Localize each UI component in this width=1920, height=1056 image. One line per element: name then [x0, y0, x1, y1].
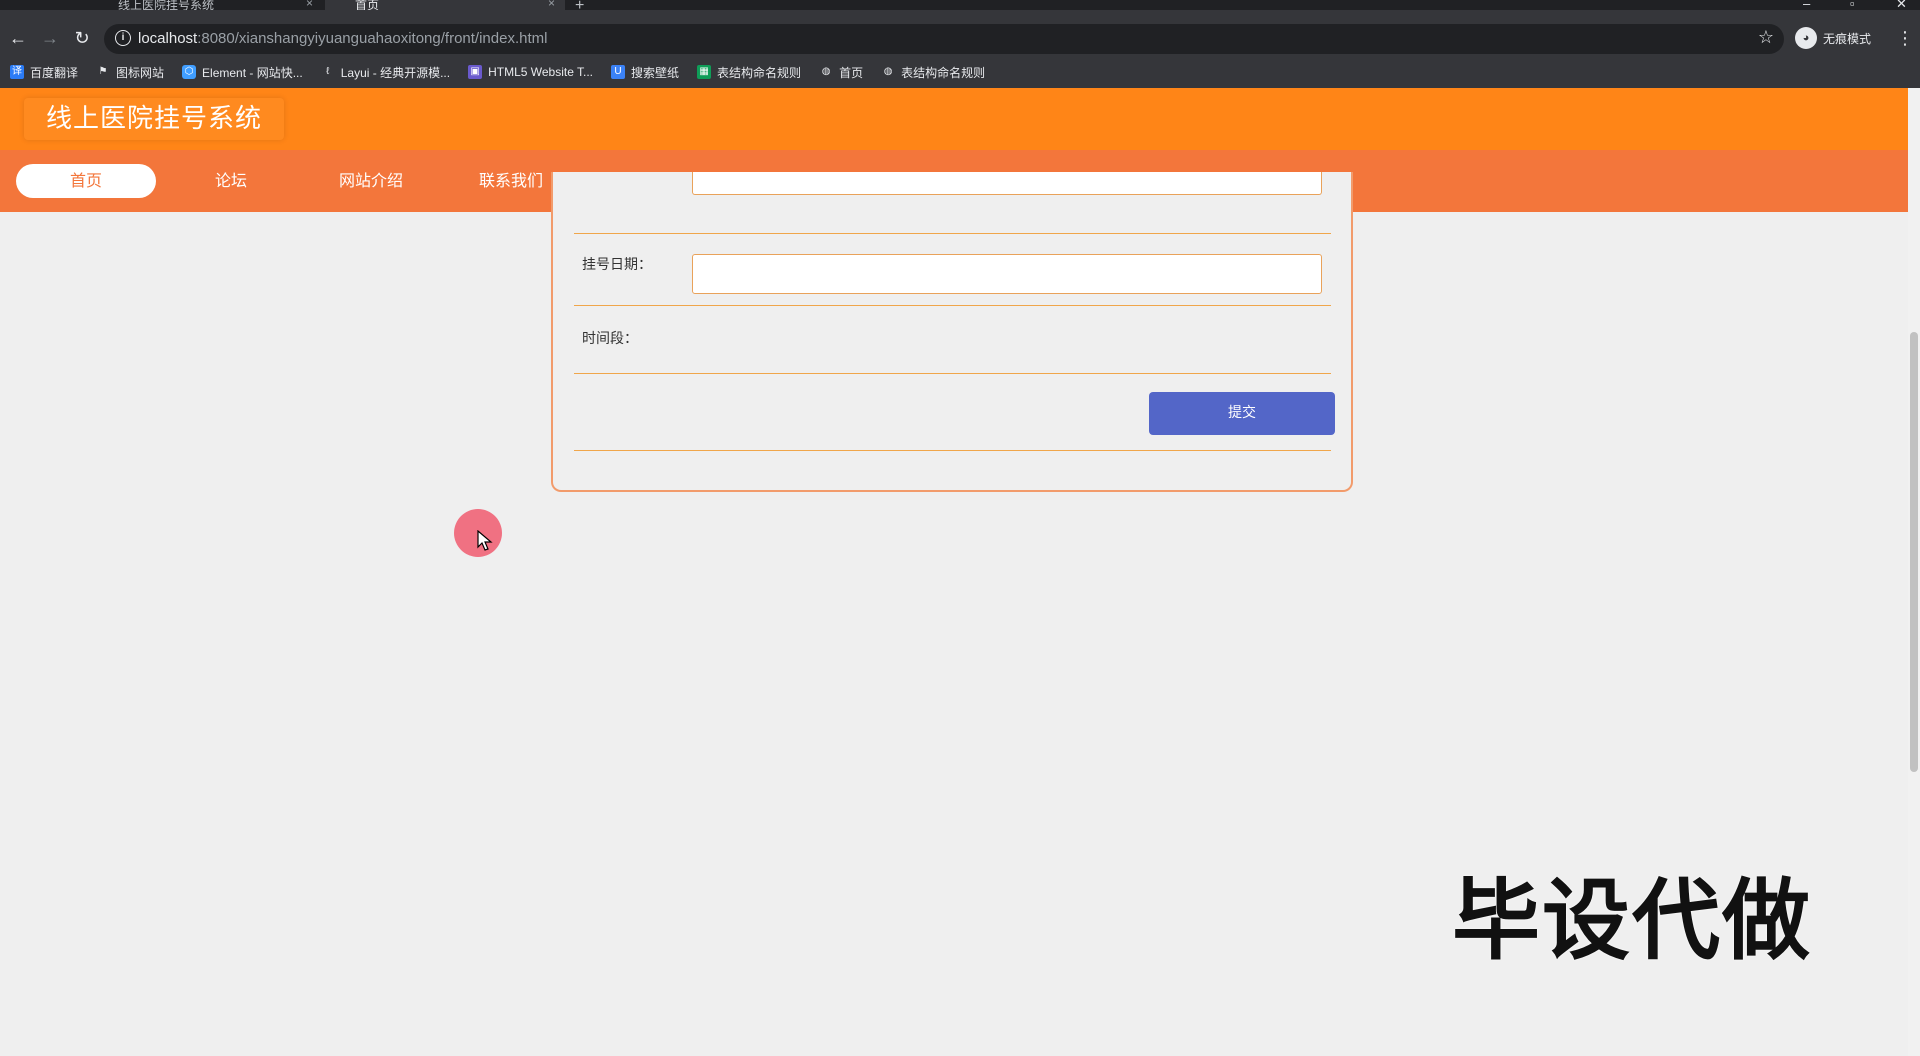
element-icon: ⬡: [182, 65, 197, 79]
globe-icon: ◍: [821, 66, 831, 77]
incognito-tab-icon[interactable]: [0, 0, 60, 10]
date-input[interactable]: [692, 254, 1322, 294]
nav-item-forum[interactable]: 论坛: [161, 164, 301, 198]
sheet-icon: ▦: [697, 65, 712, 79]
incognito-profile[interactable]: ◕ 无痕模式: [1795, 26, 1871, 50]
site-title[interactable]: 线上医院挂号系统: [24, 98, 285, 140]
nav-item-home[interactable]: 首页: [16, 164, 156, 198]
back-icon[interactable]: ←: [6, 26, 30, 50]
site-header: 线上医院挂号系统: [0, 88, 1908, 150]
bookmarks-bar: 译百度翻译 ⚑ 图标网站 ⬡ Element - 网站快... ℓ Layui - 经…: [0, 56, 1920, 88]
url-text[interactable]: localhost:8080/xianshangyiyuanguahaoxito…: [138, 30, 547, 47]
tab-title: 首页: [355, 0, 380, 10]
watermark-text: 毕设代做: [1452, 869, 1813, 972]
cursor-arrow-icon: [477, 530, 493, 551]
incognito-icon: ◕: [1795, 27, 1817, 49]
time-slot-label: 时间段：: [582, 331, 638, 347]
wallpaper-icon: U: [611, 65, 626, 79]
date-label: 挂号日期：: [582, 257, 652, 273]
submit-button[interactable]: 提交: [1149, 392, 1335, 435]
layui-icon: ℓ: [326, 66, 330, 77]
previous-field[interactable]: [692, 172, 1322, 195]
form-row-previous: [574, 172, 1331, 234]
bookmark-item[interactable]: ▣ HTML5 Website T...: [468, 65, 593, 79]
tab-title: 线上医院挂号系统: [118, 0, 215, 10]
form-row-time-slot: 时间段：: [574, 306, 1331, 374]
bookmark-item[interactable]: ◍ 首页: [819, 64, 863, 81]
globe-icon: ◍: [883, 66, 893, 77]
bookmark-star-icon[interactable]: ☆: [1758, 27, 1774, 48]
bookmark-item[interactable]: ⚑ 图标网站: [96, 64, 165, 81]
new-tab-button[interactable]: +: [575, 0, 584, 10]
reload-icon[interactable]: ↻: [70, 26, 94, 50]
close-icon[interactable]: ×: [306, 0, 313, 9]
bookmark-item[interactable]: ℓ Layui - 经典开源模...: [321, 64, 450, 81]
bookmark-item[interactable]: ◍ 表结构命名规则: [881, 64, 985, 81]
nav-item-site-intro[interactable]: 网站介绍: [301, 164, 441, 198]
flag-icon: ⚑: [98, 66, 108, 77]
address-bar[interactable]: i localhost:8080/xianshangyiyuanguahaoxi…: [104, 24, 1784, 54]
bookmark-item[interactable]: ⬡ Element - 网站快...: [182, 64, 303, 81]
scrollbar-thumb[interactable]: [1910, 332, 1918, 772]
bookmark-item[interactable]: U 搜索壁纸: [611, 64, 679, 81]
baidu-translate-icon: 译: [10, 65, 24, 79]
minimize-icon[interactable]: –: [1803, 0, 1810, 10]
forward-icon[interactable]: →: [38, 26, 62, 50]
window-close-icon[interactable]: ✕: [1896, 0, 1907, 10]
browser-tab-strip: 线上医院挂号系统 × 首页 × + – ▫ ✕: [0, 0, 1920, 10]
browser-tab-2[interactable]: 首页 ×: [325, 0, 565, 10]
browser-tab-1[interactable]: 线上医院挂号系统 ×: [78, 0, 323, 10]
appointment-form: 挂号日期： 时间段： 提交: [551, 172, 1353, 492]
profile-label: 无痕模式: [1823, 31, 1872, 46]
form-row-date: 挂号日期：: [574, 234, 1331, 306]
page-scrollbar[interactable]: [1908, 88, 1920, 1056]
maximize-icon[interactable]: ▫: [1850, 0, 1855, 10]
html5-icon: ▣: [468, 65, 483, 79]
bookmark-item[interactable]: ▦ 表结构命名规则: [697, 64, 801, 81]
close-icon[interactable]: ×: [548, 0, 555, 9]
bookmark-item[interactable]: 译百度翻译: [10, 64, 78, 81]
browser-menu-icon[interactable]: ⋮: [1896, 26, 1914, 50]
form-row-submit: 提交: [574, 374, 1335, 451]
info-icon[interactable]: i: [115, 30, 131, 46]
